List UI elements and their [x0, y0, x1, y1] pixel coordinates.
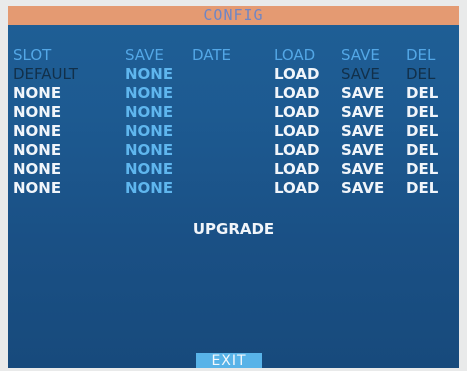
load-button[interactable]: LOAD: [274, 122, 319, 140]
upgrade-button[interactable]: UPGRADE: [8, 220, 459, 238]
delete-button[interactable]: DEL: [406, 160, 438, 178]
delete-button[interactable]: DEL: [406, 103, 438, 121]
slot-save-info: NONE: [125, 103, 174, 121]
slot-save-info: NONE: [125, 179, 174, 197]
slot-name: NONE: [13, 84, 62, 102]
slot-save-info: NONE: [125, 160, 174, 178]
load-button[interactable]: LOAD: [274, 179, 319, 197]
save-button[interactable]: SAVE: [341, 179, 384, 197]
load-button[interactable]: LOAD: [274, 141, 319, 159]
slot-name: NONE: [13, 141, 62, 159]
delete-button[interactable]: DEL: [406, 122, 438, 140]
delete-button[interactable]: DEL: [406, 179, 438, 197]
column-header-load: LOAD: [274, 46, 316, 64]
exit-button[interactable]: EXIT: [196, 353, 262, 368]
page-title: CONFIG: [203, 6, 264, 24]
load-button[interactable]: LOAD: [274, 160, 319, 178]
load-button[interactable]: LOAD: [274, 103, 319, 121]
save-button[interactable]: SAVE: [341, 141, 384, 159]
title-bar: CONFIG: [8, 6, 459, 25]
column-header-save-action: SAVE: [341, 46, 380, 64]
save-button[interactable]: SAVE: [341, 122, 384, 140]
slot-name: DEFAULT: [13, 65, 78, 83]
slot-name: NONE: [13, 122, 62, 140]
slot-name: NONE: [13, 179, 62, 197]
delete-button[interactable]: DEL: [406, 65, 435, 83]
save-button[interactable]: SAVE: [341, 160, 384, 178]
save-button[interactable]: SAVE: [341, 65, 380, 83]
column-header-date: DATE: [192, 46, 232, 64]
save-button[interactable]: SAVE: [341, 103, 384, 121]
slot-save-info: NONE: [125, 122, 174, 140]
column-header-save: SAVE: [125, 46, 164, 64]
osd-screen: CONFIG SLOT SAVE DATE LOAD SAVE DEL DEFA…: [8, 6, 459, 368]
slot-name: NONE: [13, 103, 62, 121]
delete-button[interactable]: DEL: [406, 84, 438, 102]
monitor-bezel: CONFIG SLOT SAVE DATE LOAD SAVE DEL DEFA…: [0, 0, 467, 371]
slot-save-info: NONE: [125, 84, 174, 102]
column-header-slot: SLOT: [13, 46, 52, 64]
delete-button[interactable]: DEL: [406, 141, 438, 159]
slot-save-info: NONE: [125, 65, 174, 83]
slot-save-info: NONE: [125, 141, 174, 159]
save-button[interactable]: SAVE: [341, 84, 384, 102]
load-button[interactable]: LOAD: [274, 84, 319, 102]
load-button[interactable]: LOAD: [274, 65, 319, 83]
slot-name: NONE: [13, 160, 62, 178]
column-header-del: DEL: [406, 46, 436, 64]
